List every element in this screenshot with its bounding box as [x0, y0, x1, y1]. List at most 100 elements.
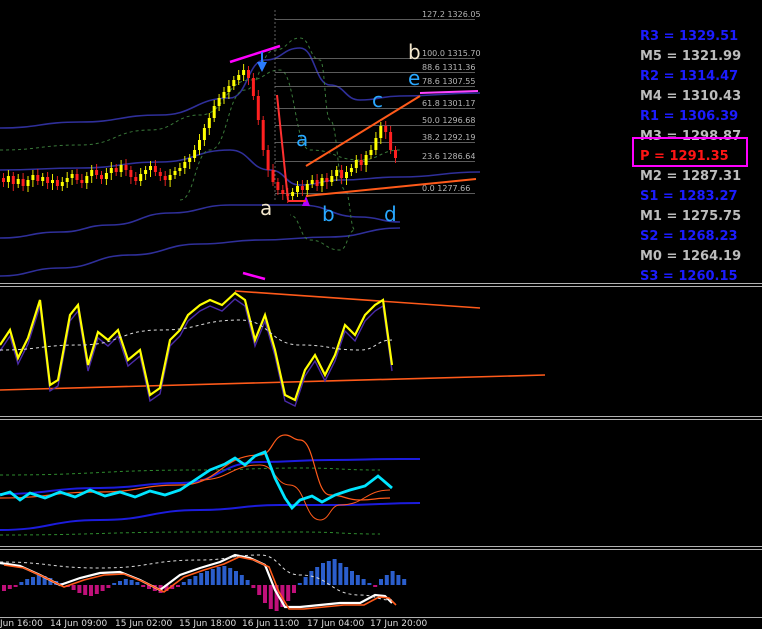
macd-histogram-bar [118, 581, 122, 585]
candle-body [237, 75, 241, 80]
rsi-average-line [0, 319, 393, 351]
candle-body [222, 92, 226, 98]
macd-histogram-bar [100, 585, 105, 591]
macd-histogram-bar [141, 585, 146, 587]
macd-histogram-bar [326, 561, 331, 585]
macd-histogram-bar [292, 585, 296, 593]
candle-body [149, 166, 152, 170]
wave-label-a-low: a [260, 196, 273, 220]
macd-histogram-bar [309, 571, 314, 585]
x-axis-label: 17 Jun 04:00 [307, 619, 365, 629]
candle-body [119, 165, 123, 172]
rsi-signal-line [0, 298, 393, 407]
candle-body [104, 173, 108, 179]
macd-histogram-bar [396, 575, 401, 585]
candle-body [26, 180, 30, 186]
candle-body [305, 184, 309, 190]
candle-body [379, 126, 383, 138]
candle-body [374, 138, 378, 150]
pivot-m4: M4 = 1310.43 [640, 89, 742, 104]
macd-histogram-bar [19, 582, 24, 585]
candle-body [11, 176, 15, 184]
candle-body [296, 186, 299, 192]
candle-body [173, 171, 177, 175]
macd-histogram-bar [94, 585, 99, 594]
macd-histogram-bar [7, 585, 12, 589]
candle-body [271, 170, 275, 182]
candle-body [198, 140, 201, 150]
candle-body [349, 168, 353, 172]
macd-histogram-bar [286, 585, 291, 601]
osc-lower-band [0, 502, 421, 531]
magenta-panel-arrow [242, 271, 266, 281]
candle-body [109, 168, 113, 173]
candle-body [217, 98, 221, 106]
macd-histogram-bar [2, 585, 6, 591]
candle-body [168, 175, 172, 180]
candle-body [227, 86, 231, 92]
candle-body [212, 106, 216, 118]
candle-body [51, 180, 54, 183]
candle-body [345, 172, 348, 178]
oscillator-panel [0, 434, 421, 536]
candle-body [183, 162, 187, 168]
fib-level-label: 100.0 1315.70 [422, 49, 481, 58]
macd-histogram-bar [112, 583, 117, 585]
wave-label-b-low: b [322, 202, 335, 226]
candle-body [100, 175, 103, 179]
macd-histogram-bar [187, 579, 192, 585]
candle-body [310, 180, 314, 184]
macd-histogram-bar [367, 583, 372, 585]
macd-histogram-bar [129, 580, 134, 585]
macd-histogram-bar [210, 569, 215, 585]
x-axis-label: 17 Jun 20:00 [370, 619, 428, 629]
candle-body [325, 178, 329, 182]
outer-lower-band [0, 227, 401, 277]
candle-body [139, 174, 143, 181]
candle-body [36, 175, 40, 181]
candle-body [256, 96, 260, 120]
pivot-m1: M1 = 1275.75 [640, 209, 742, 224]
wave-label-c: c [372, 88, 383, 112]
macd-histogram-bar [71, 585, 76, 590]
pivot-m0: M0 = 1264.19 [640, 249, 742, 264]
candle-body [247, 70, 250, 78]
candle-body [251, 78, 255, 96]
candle-body [6, 176, 10, 182]
fib-level-label: 61.8 1301.17 [422, 99, 475, 108]
macd-histogram-bar [228, 568, 233, 585]
candle-body [2, 178, 5, 182]
fib-level-label: 50.0 1296.68 [422, 116, 475, 125]
x-axis-label: 14 Jun 09:00 [50, 619, 108, 629]
osc-dashed-top [0, 467, 381, 476]
macd-histogram-bar [135, 582, 140, 585]
osc-dashed-bottom [0, 531, 381, 536]
macd-histogram-bar [89, 585, 93, 596]
macd-histogram-bar [83, 585, 88, 595]
macd-histogram-bar [268, 585, 273, 609]
pivot-s3: S3 = 1260.15 [640, 269, 738, 284]
rsi-indicator-panel [0, 290, 546, 407]
macd-histogram-bar [263, 585, 267, 603]
macd-histogram-bar [36, 575, 41, 585]
macd-histogram-bar [379, 579, 383, 585]
pivot-s2: S2 = 1268.23 [640, 229, 738, 244]
candle-body [394, 150, 397, 158]
candle-body [335, 170, 339, 176]
macd-histogram-bar [77, 585, 82, 593]
candle-body [369, 150, 373, 155]
osc-orange-line-2 [199, 464, 391, 521]
macd-histogram-bar [123, 579, 128, 585]
candle-body [281, 190, 285, 194]
lower-band [0, 204, 401, 239]
rsi-resistance-line [234, 290, 481, 309]
candle-body [163, 176, 167, 180]
fib-level-label: 0.0 1277.66 [422, 184, 470, 193]
macd-histogram-bar [199, 573, 204, 585]
fib-level-label: 88.6 1311.36 [422, 63, 475, 72]
candle-body [129, 170, 133, 177]
macd-histogram-bar [181, 582, 186, 585]
macd-histogram-bar [384, 575, 389, 585]
fib-level-label: 38.2 1292.19 [422, 133, 475, 142]
macd-histogram-bar [344, 567, 349, 585]
